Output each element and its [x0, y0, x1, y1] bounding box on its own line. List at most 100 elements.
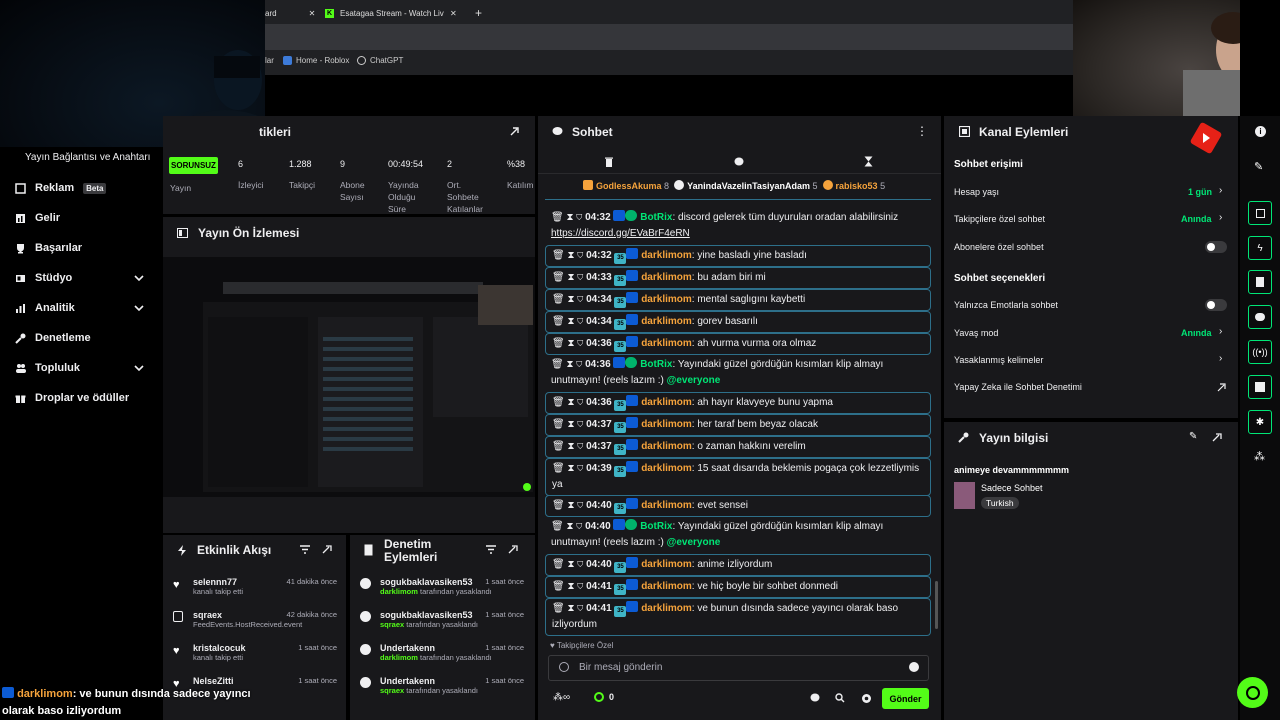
- new-tab-button[interactable]: +: [475, 4, 482, 22]
- pin-icon[interactable]: ⛉: [577, 295, 583, 304]
- activity-item[interactable]: ♥ NelseZitti: [173, 676, 234, 690]
- message-user[interactable]: darklimom: [641, 463, 692, 474]
- popout-icon[interactable]: [508, 544, 518, 554]
- subscribers-only-toggle[interactable]: [1205, 241, 1227, 253]
- pin-icon[interactable]: ⛉: [577, 251, 583, 260]
- pin-icon[interactable]: ⛉: [577, 604, 583, 613]
- pin-icon[interactable]: ⛉: [577, 560, 583, 569]
- chat-message[interactable]: 🗑︎ ⧗ ⛉ 04:41 35 darklimom: ve bunun dısı…: [545, 598, 931, 636]
- chevron-down-icon[interactable]: [134, 268, 144, 288]
- gifter-name[interactable]: GodlessAkuma: [596, 181, 662, 191]
- more-icon[interactable]: ⋮: [916, 124, 928, 138]
- gifter-name[interactable]: YanindaVazelinTasiyanAdam: [687, 181, 810, 191]
- rail-button-chat[interactable]: [1248, 305, 1272, 329]
- chat-message[interactable]: 🗑︎ ⧗ ⛉ 04:40 35 darklimom: evet sensei: [545, 495, 931, 517]
- chat-message[interactable]: 🗑︎ ⧗ ⛉ 04:40 35 darklimom: anime izliyor…: [545, 554, 931, 576]
- sidebar-item-topluluk[interactable]: Topluluk: [15, 358, 80, 378]
- pin-icon[interactable]: ⛉: [577, 501, 583, 510]
- message-user[interactable]: darklimom: [641, 250, 692, 261]
- message-user[interactable]: darklimom: [641, 338, 692, 349]
- channel-points[interactable]: 0: [594, 692, 614, 702]
- hourglass-icon[interactable]: [864, 156, 873, 167]
- chat-message[interactable]: 🗑︎ ⧗ ⛉ 04:36 35 darklimom: ah vurma vurm…: [545, 333, 931, 355]
- chat-message[interactable]: 🗑︎ ⧗ ⛉ 04:37 35 darklimom: her taraf bem…: [545, 414, 931, 436]
- sidebar-item-analitik[interactable]: Analitik: [15, 298, 75, 318]
- pin-icon[interactable]: ⛉: [576, 213, 582, 222]
- message-user[interactable]: darklimom: [641, 559, 692, 570]
- chat-message[interactable]: 🗑︎ ⧗ ⛉ 04:36 35 darklimom: ah hayır klav…: [545, 392, 931, 414]
- chevron-down-icon[interactable]: [134, 358, 144, 378]
- message-user[interactable]: BotRix: [640, 521, 672, 532]
- extensions-icon[interactable]: ⁂: [1254, 450, 1265, 463]
- message-user[interactable]: BotRix: [640, 359, 672, 370]
- chat-bubble-icon[interactable]: [734, 157, 744, 167]
- search-icon[interactable]: [835, 693, 845, 703]
- message-mention[interactable]: @everyone: [667, 537, 721, 548]
- edit-icon[interactable]: ✎: [1254, 160, 1263, 173]
- chevron-right-icon[interactable]: ›: [1219, 326, 1222, 337]
- message-user[interactable]: darklimom: [641, 603, 692, 614]
- chat-input[interactable]: Bir mesaj gönderin: [548, 655, 929, 681]
- support-button[interactable]: [1237, 677, 1268, 708]
- sidebar-item-reklam[interactable]: Reklam Beta: [15, 178, 107, 198]
- chat-message[interactable]: 🗑︎ ⧗ ⛉ 04:32 BotRix: discord gelerek tüm…: [545, 208, 931, 244]
- message-user[interactable]: darklimom: [641, 397, 692, 408]
- close-icon[interactable]: ✕: [450, 9, 457, 18]
- message-user[interactable]: darklimom: [641, 272, 692, 283]
- chevron-right-icon[interactable]: ›: [1219, 185, 1222, 196]
- close-icon[interactable]: ✕: [309, 9, 316, 18]
- moderation-item[interactable]: sogukbaklavasiken53 sqraex tarafından yas…: [360, 610, 478, 629]
- external-link-icon[interactable]: [1217, 383, 1226, 392]
- filter-icon[interactable]: [300, 545, 310, 554]
- gifter-name[interactable]: rabisko53: [836, 181, 878, 191]
- pin-icon[interactable]: ⛉: [577, 464, 583, 473]
- trash-icon[interactable]: [605, 157, 613, 167]
- message-link[interactable]: https://discord.gg/EVaBrF4eRN: [551, 228, 690, 239]
- sidebar-item-gelir[interactable]: Gelir: [15, 208, 60, 228]
- sidebar-item-denetleme[interactable]: Denetleme: [15, 328, 91, 348]
- chat-message[interactable]: 🗑︎ ⧗ ⛉ 04:34 35 darklimom: mental saglıg…: [545, 289, 931, 311]
- send-button[interactable]: Gönder: [882, 688, 929, 709]
- chat-message[interactable]: 🗑︎ ⧗ ⛉ 04:37 35 darklimom: o zaman hakkı…: [545, 436, 931, 458]
- pin-icon[interactable]: ⛉: [576, 360, 582, 369]
- pin-icon[interactable]: ⛉: [577, 420, 583, 429]
- setting-value[interactable]: Anında: [1181, 328, 1212, 338]
- message-user[interactable]: BotRix: [640, 212, 672, 223]
- rail-button-bolt[interactable]: ϟ: [1248, 236, 1272, 260]
- chat-message[interactable]: 🗑︎ ⧗ ⛉ 04:41 35 darklimom: ve hiç boyle …: [545, 576, 931, 598]
- chat-bubble-icon[interactable]: [810, 693, 820, 703]
- bookmark-roblox[interactable]: Home - Roblox: [283, 56, 349, 65]
- message-user[interactable]: darklimom: [641, 316, 692, 327]
- edit-icon[interactable]: ✎: [1189, 431, 1197, 442]
- message-user[interactable]: darklimom: [641, 441, 692, 452]
- rail-button-layout[interactable]: [1248, 375, 1272, 399]
- setting-value[interactable]: Anında: [1181, 214, 1212, 224]
- moderation-item[interactable]: sogukbaklavasiken53 darklimom tarafından …: [360, 577, 492, 596]
- moderation-item[interactable]: Undertakenn sqraex tarafından yasaklandı: [360, 676, 478, 695]
- stream-preview-video[interactable]: [163, 257, 535, 497]
- chat-message[interactable]: 🗑︎ ⧗ ⛉ 04:34 35 darklimom: gorev basarıl…: [545, 311, 931, 333]
- chat-scrollbar[interactable]: [935, 581, 938, 629]
- chat-message[interactable]: 🗑︎ ⧗ ⛉ 04:32 35 darklimom: yine basladı …: [545, 245, 931, 267]
- message-mention[interactable]: @everyone: [667, 375, 721, 386]
- chat-message[interactable]: 🗑︎ ⧗ ⛉ 04:36 BotRix: Yayındaki güzel gör…: [545, 355, 931, 391]
- browser-tab-active[interactable]: K Esatagaa Stream - Watch Live o ✕: [325, 4, 465, 22]
- popout-icon[interactable]: [509, 126, 520, 137]
- chat-message[interactable]: 🗑︎ ⧗ ⛉ 04:33 35 darklimom: bu adam biri …: [545, 267, 931, 289]
- chevron-right-icon[interactable]: ›: [1219, 353, 1222, 364]
- bookmark-chatgpt[interactable]: ChatGPT: [357, 56, 403, 65]
- emoji-icon[interactable]: [909, 662, 919, 672]
- chevron-right-icon[interactable]: ›: [1219, 212, 1222, 223]
- message-user[interactable]: darklimom: [641, 500, 692, 511]
- pin-icon[interactable]: ⛉: [577, 398, 583, 407]
- extensions-icon[interactable]: ⁂∞: [553, 692, 570, 703]
- activity-item[interactable]: ♥ kristalcocuk kanalı takip etti: [173, 643, 246, 662]
- rail-button-wrench[interactable]: ✱: [1248, 410, 1272, 434]
- stream-key-link[interactable]: Yayın Bağlantısı ve Anahtarı: [25, 152, 150, 163]
- chat-message[interactable]: 🗑︎ ⧗ ⛉ 04:40 BotRix: Yayındaki güzel gör…: [545, 517, 931, 553]
- message-user[interactable]: darklimom: [641, 419, 692, 430]
- pin-icon[interactable]: ⛉: [577, 442, 583, 451]
- pin-icon[interactable]: ⛉: [577, 582, 583, 591]
- activity-item[interactable]: ♥ selennn77 kanalı takip etti: [173, 577, 243, 596]
- bookmark[interactable]: lar: [265, 56, 274, 65]
